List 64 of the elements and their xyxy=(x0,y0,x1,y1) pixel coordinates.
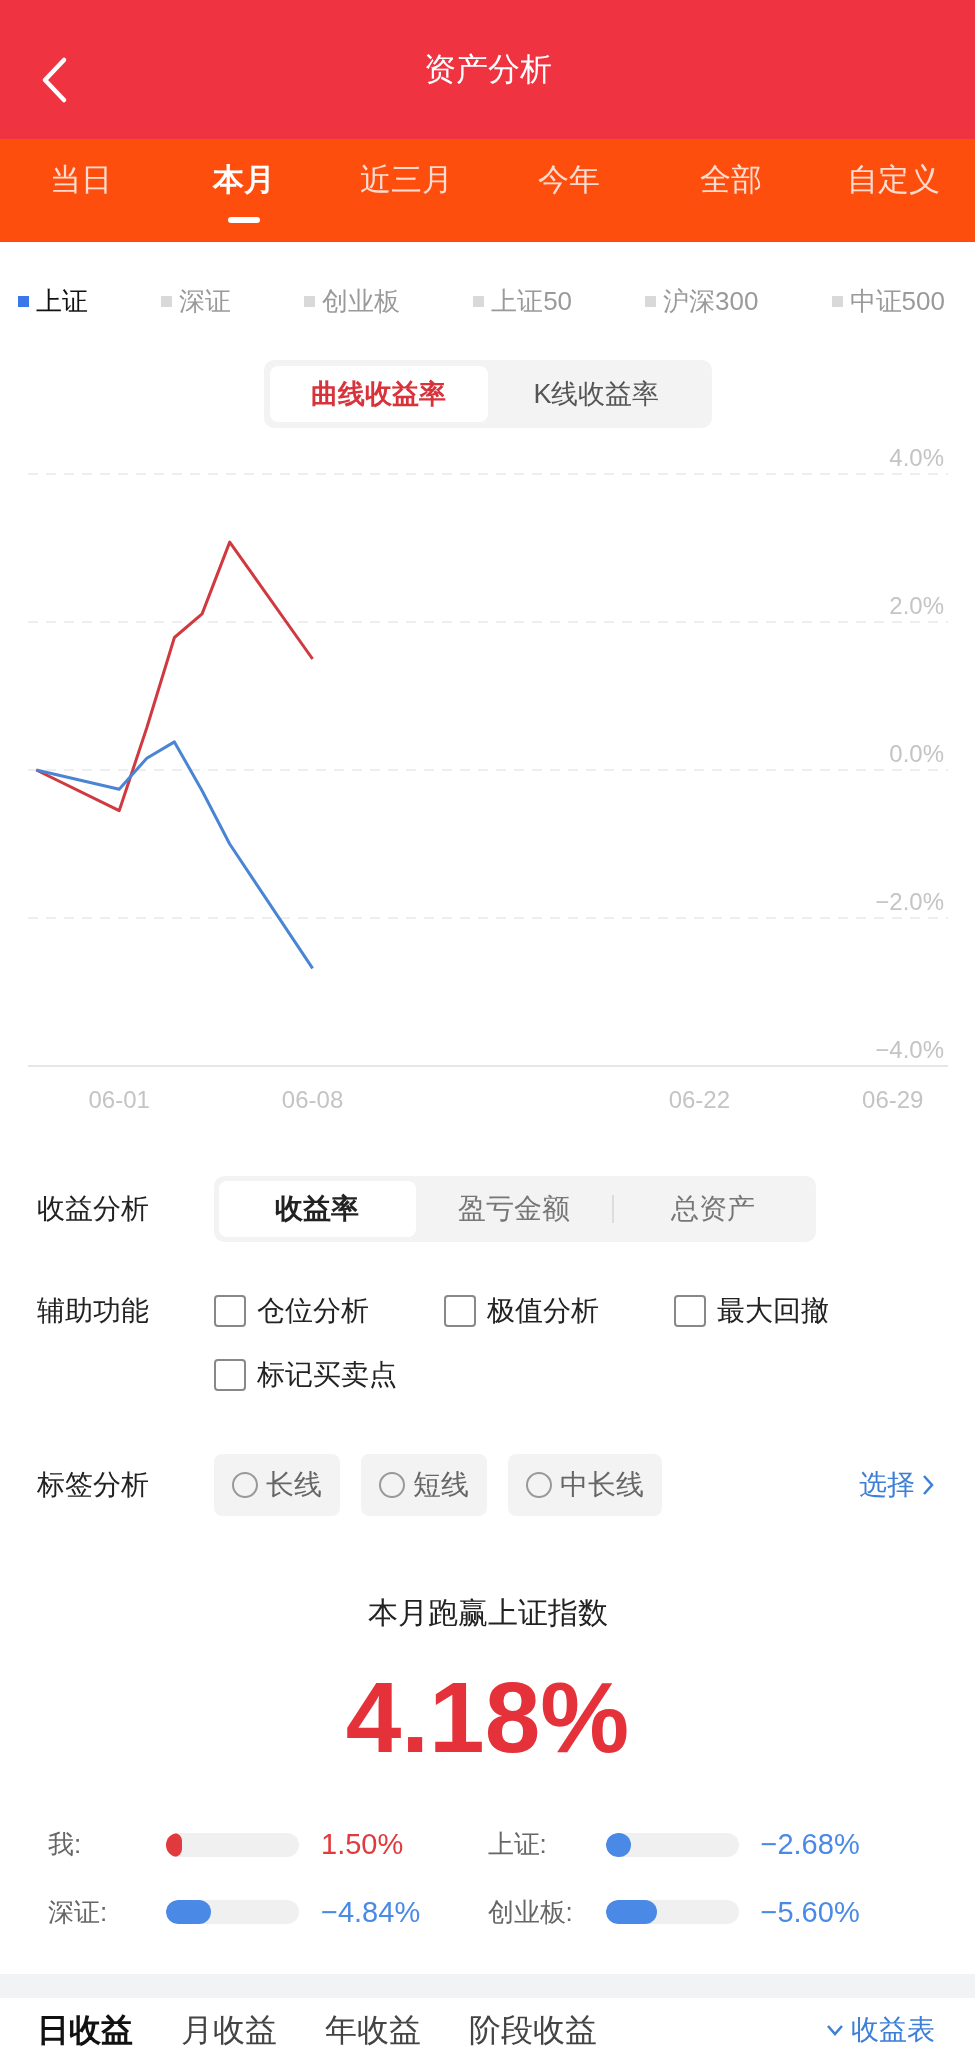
tag-chip[interactable]: 短线 xyxy=(361,1454,487,1516)
checkbox[interactable] xyxy=(214,1359,246,1391)
period-tab[interactable]: 近三月 xyxy=(325,139,488,242)
y-axis-label: −4.0% xyxy=(875,1036,944,1063)
x-axis-label: 06-01 xyxy=(88,1086,150,1113)
period-tab[interactable]: 今年 xyxy=(487,139,650,242)
aux-option[interactable]: 极值分析 xyxy=(444,1290,674,1332)
index-legend-item[interactable]: 上证 xyxy=(18,281,88,321)
tag-chip[interactable]: 长线 xyxy=(214,1454,340,1516)
page-title: 资产分析 xyxy=(423,49,552,89)
earnings-table-link[interactable]: 收益表 xyxy=(825,2009,935,2051)
comparison-value: −4.84% xyxy=(321,1894,421,1930)
aux-option[interactable]: 仓位分析 xyxy=(214,1290,444,1332)
index-legend-item[interactable]: 创业板 xyxy=(304,281,401,321)
index-legend-item[interactable]: 沪深300 xyxy=(645,281,759,321)
chevron-down-icon xyxy=(825,2023,845,2037)
y-axis-label: 2.0% xyxy=(889,592,944,619)
back-icon[interactable] xyxy=(40,56,68,104)
tab-indicator xyxy=(227,217,260,223)
row-label: 辅助功能 xyxy=(37,1294,150,1328)
period-tab[interactable]: 本月 xyxy=(162,139,325,242)
tag-chip[interactable]: 中长线 xyxy=(508,1454,662,1516)
x-axis-label: 06-29 xyxy=(862,1086,924,1113)
outperform-value: 4.18% xyxy=(344,1667,631,1767)
index-legend-item[interactable]: 深证 xyxy=(161,281,232,321)
comparison-label: 创业板: xyxy=(487,1895,574,1929)
comparison-label: 我: xyxy=(48,1828,83,1862)
return-type-tab[interactable]: 收益率 xyxy=(219,1181,416,1237)
y-axis-label: 4.0% xyxy=(889,444,944,471)
index-legend-item[interactable]: 上证50 xyxy=(473,281,573,321)
chart-mode-tab[interactable]: 曲线收益率 xyxy=(269,366,488,422)
checkbox[interactable] xyxy=(214,1295,246,1327)
chevron-right-icon xyxy=(921,1473,935,1497)
earnings-tab[interactable]: 阶段收益 xyxy=(469,2014,597,2046)
comparison-value: −2.68% xyxy=(760,1827,860,1862)
y-axis-label: 0.0% xyxy=(889,740,944,767)
comparison-label: 上证: xyxy=(487,1828,548,1862)
return-type-tab[interactable]: 盈亏金额 xyxy=(415,1181,613,1237)
y-axis-label: −2.0% xyxy=(875,888,944,915)
comparison-value: −5.60% xyxy=(760,1894,860,1930)
comparison-label: 深证: xyxy=(48,1895,109,1929)
summary-title: 本月跑赢上证指数 xyxy=(366,1595,609,1631)
x-axis-label: 06-08 xyxy=(281,1086,344,1113)
index-legend-item[interactable]: 中证500 xyxy=(831,281,945,321)
earnings-tab[interactable]: 月收益 xyxy=(181,2014,277,2046)
return-type-tab[interactable]: 总资产 xyxy=(614,1181,811,1237)
period-tab[interactable]: 当日 xyxy=(0,139,163,242)
checkbox[interactable] xyxy=(674,1295,706,1327)
period-tab[interactable]: 自定义 xyxy=(812,139,975,242)
select-link[interactable]: 选择 xyxy=(859,1464,935,1506)
radio-button[interactable] xyxy=(232,1472,258,1498)
aux-option[interactable]: 最大回撤 xyxy=(674,1290,904,1332)
x-axis-label: 06-22 xyxy=(668,1086,731,1113)
radio-button[interactable] xyxy=(526,1472,552,1498)
radio-button[interactable] xyxy=(379,1472,405,1498)
earnings-tab[interactable]: 日收益 xyxy=(37,2014,133,2046)
row-label: 收益分析 xyxy=(37,1192,150,1226)
aux-option[interactable]: 标记买卖点 xyxy=(214,1354,444,1396)
chart-mode-tab[interactable]: K线收益率 xyxy=(487,366,706,422)
earnings-tab[interactable]: 年收益 xyxy=(325,2014,421,2046)
period-tab[interactable]: 全部 xyxy=(650,139,813,242)
checkbox[interactable] xyxy=(444,1295,476,1327)
row-label: 标签分析 xyxy=(37,1468,150,1502)
comparison-value: 1.50% xyxy=(321,1827,404,1862)
